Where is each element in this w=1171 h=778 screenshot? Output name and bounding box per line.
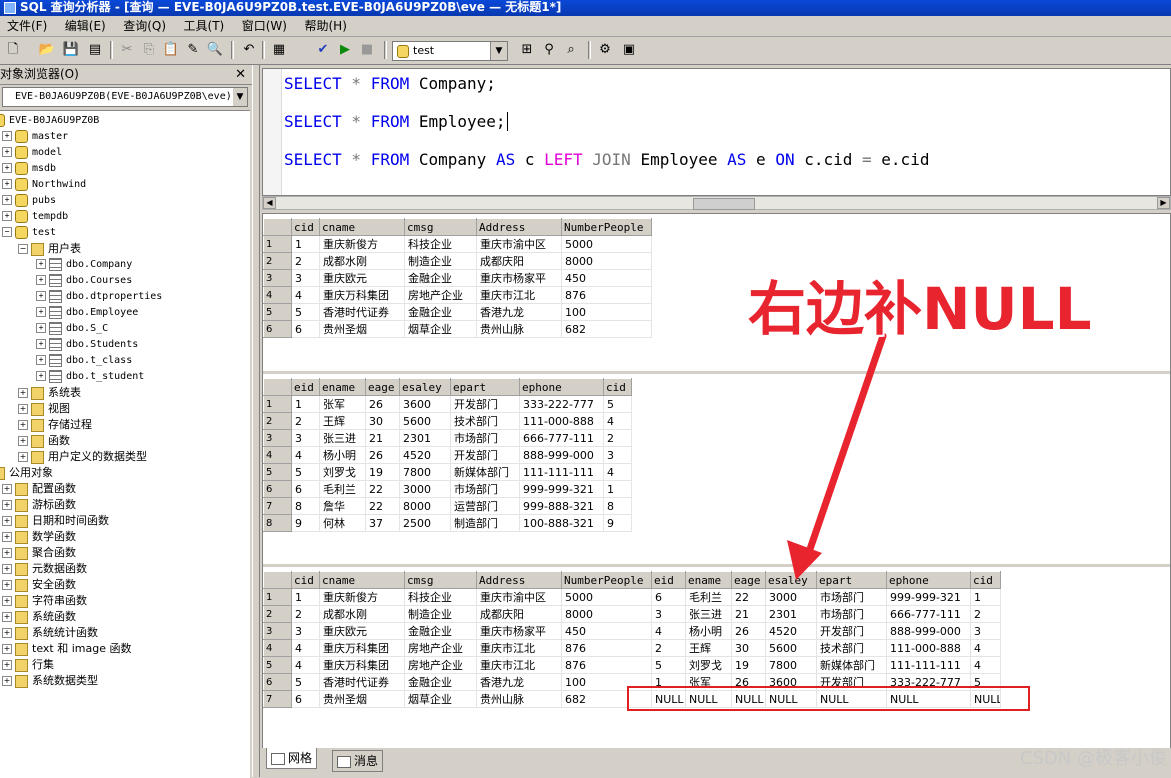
null-highlight-box	[627, 686, 1030, 711]
annotation-label: 右边补NULL	[748, 275, 1092, 343]
watermark: CSDN @极客小俊	[1019, 748, 1167, 769]
annotation-arrow	[787, 332, 887, 580]
